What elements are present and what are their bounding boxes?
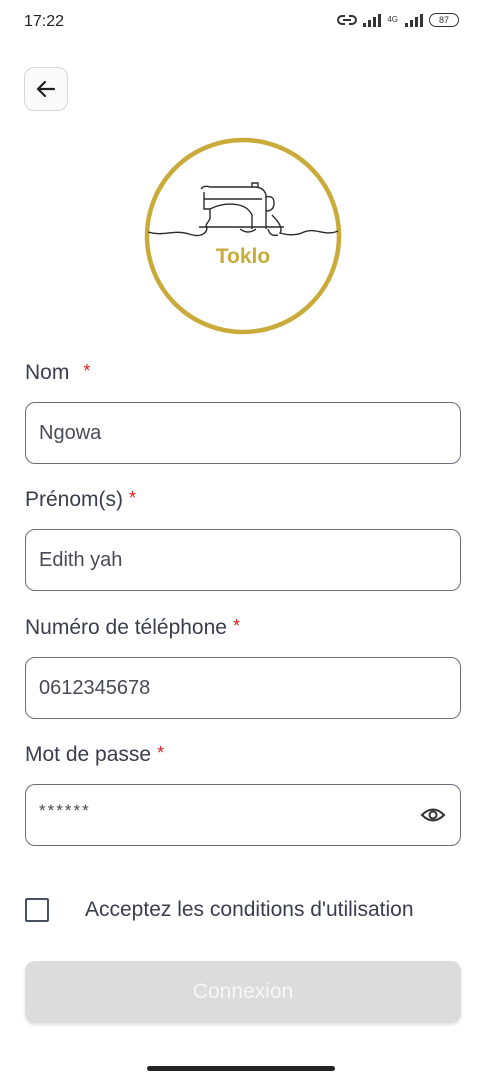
signal-icon bbox=[363, 13, 382, 27]
telephone-input[interactable]: 0612345678 bbox=[25, 657, 461, 719]
battery-level: 87 bbox=[438, 15, 449, 25]
network-label: 4G bbox=[387, 15, 398, 24]
telephone-label: Numéro de téléphone * bbox=[25, 616, 240, 639]
nom-value: Ngowa bbox=[39, 421, 102, 444]
prenom-input[interactable]: Edith yah bbox=[25, 529, 461, 591]
status-time: 17:22 bbox=[24, 13, 65, 30]
nom-input[interactable]: Ngowa bbox=[25, 402, 461, 464]
logo-text: Toklo bbox=[216, 245, 270, 268]
prenom-label: Prénom(s) * bbox=[25, 488, 137, 511]
prenom-value: Edith yah bbox=[39, 548, 123, 571]
back-button[interactable] bbox=[24, 67, 68, 111]
eye-icon[interactable] bbox=[420, 805, 446, 825]
terms-label[interactable]: Acceptez les conditions d'utilisation bbox=[85, 898, 414, 922]
connexion-label: Connexion bbox=[192, 980, 294, 1003]
link-icon bbox=[337, 15, 358, 25]
connexion-button[interactable]: Connexion bbox=[25, 961, 461, 1023]
password-label: Mot de passe * bbox=[25, 743, 165, 766]
signal-4g-icon bbox=[405, 13, 423, 27]
telephone-value: 0612345678 bbox=[39, 676, 151, 699]
password-input[interactable]: ****** bbox=[25, 784, 461, 846]
required-marker: * bbox=[157, 743, 165, 763]
arrow-left-icon bbox=[36, 80, 56, 98]
toklo-logo: Toklo bbox=[144, 137, 342, 335]
status-bar: 17:22 4G 87 bbox=[0, 0, 485, 44]
nom-label: Nom * bbox=[25, 361, 91, 384]
required-marker: * bbox=[83, 361, 91, 381]
status-icons: 4G 87 bbox=[337, 13, 459, 27]
battery-icon: 87 bbox=[429, 13, 459, 27]
terms-row: Acceptez les conditions d'utilisation bbox=[25, 896, 461, 924]
password-value: ****** bbox=[39, 801, 91, 820]
terms-checkbox[interactable] bbox=[25, 898, 49, 922]
home-indicator[interactable] bbox=[147, 1066, 335, 1071]
required-marker: * bbox=[232, 616, 240, 636]
required-marker: * bbox=[129, 488, 137, 508]
